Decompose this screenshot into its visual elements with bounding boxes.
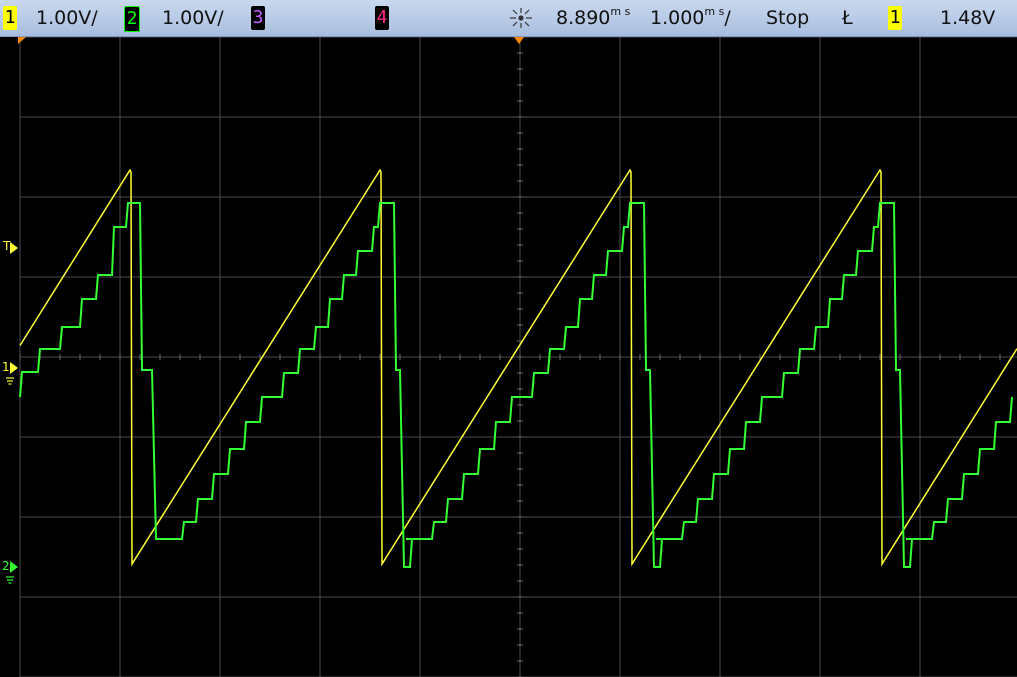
trigger-slope-icon[interactable]: Ł	[842, 5, 853, 31]
waveform-display[interactable]: T 1 2	[0, 37, 1017, 677]
time-scale-number: 1.000	[650, 7, 705, 29]
channel-2-indicator[interactable]: 2	[124, 6, 140, 32]
status-bar: 1 1.00V/ 2 1.00V/ 3 4 8.890m s 1.000m s/…	[0, 0, 1017, 37]
scope-graticule: T 1 2	[0, 37, 1017, 677]
trigger-level[interactable]: 1.48V	[940, 5, 995, 31]
channel-1-ground-label: 1	[2, 360, 10, 374]
channel-1-scale[interactable]: 1.00V/	[36, 5, 98, 31]
channel-1-indicator[interactable]: 1	[3, 6, 17, 30]
channel-2-ground-label: 2	[2, 559, 10, 573]
time-scale-value[interactable]: 1.000m s/	[650, 5, 731, 31]
trigger-level-label: T	[2, 239, 11, 253]
trigger-source-indicator[interactable]: 1	[888, 6, 902, 30]
time-delay-number: 8.890	[556, 7, 611, 29]
channel-2-scale[interactable]: 1.00V/	[162, 5, 224, 31]
time-reference-icon[interactable]	[508, 6, 534, 30]
time-delay-value[interactable]: 8.890m s	[556, 5, 630, 31]
channel-4-indicator[interactable]: 4	[375, 6, 389, 30]
time-delay-unit: m s	[610, 5, 631, 18]
run-state[interactable]: Stop	[766, 5, 809, 31]
time-scale-suffix: /	[724, 7, 731, 29]
channel-3-indicator[interactable]: 3	[251, 6, 265, 30]
time-scale-unit: m s	[704, 5, 725, 18]
